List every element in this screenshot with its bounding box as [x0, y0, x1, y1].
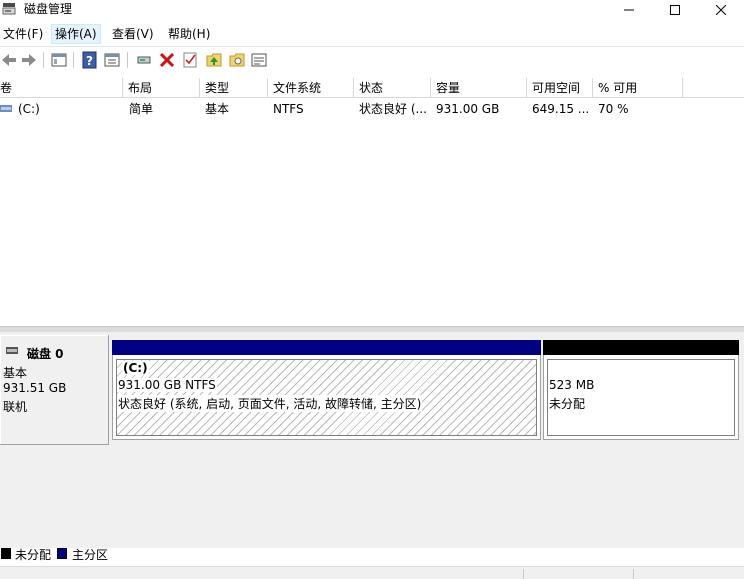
partition-c-status: 状态良好 (系统, 启动, 页面文件, 活动, 故障转储, 主分区): [117, 395, 423, 412]
row-status: 状态良好 (...: [359, 102, 427, 116]
check-icon[interactable]: [181, 51, 199, 69]
volume-icon: [0, 105, 12, 112]
column-header-capacity[interactable]: 容量: [431, 78, 527, 98]
title-bar: 磁盘管理: [0, 0, 744, 20]
menu-view[interactable]: 查看(V): [109, 24, 157, 44]
menu-help[interactable]: 帮助(H): [165, 24, 213, 44]
legend-swatch-primary: [57, 548, 67, 559]
row-free-space: 649.15 ...: [532, 102, 590, 116]
details-view-icon[interactable]: [250, 51, 268, 69]
partition-unallocated-color-bar: [543, 340, 739, 355]
delete-x-icon[interactable]: [158, 51, 176, 69]
row-percent-free: 70 %: [598, 102, 629, 116]
close-icon: [716, 5, 726, 15]
column-header-type[interactable]: 类型: [200, 78, 268, 98]
column-header-free-space[interactable]: 可用空间: [527, 78, 593, 98]
row-type: 基本: [205, 102, 230, 116]
column-header-layout[interactable]: 布局: [123, 78, 200, 98]
menu-bar: 文件(F) 操作(A) 查看(V) 帮助(H): [0, 22, 744, 44]
maximize-icon: [670, 5, 680, 15]
console-tree-icon[interactable]: [50, 51, 68, 69]
partition-c[interactable]: (C:) 931.00 GB NTFS 状态良好 (系统, 启动, 页面文件, …: [112, 340, 541, 440]
row-volume[interactable]: (C:): [13, 100, 123, 118]
minimize-icon: [624, 9, 634, 11]
volume-list: 卷 布局 类型 文件系统 状态 容量 可用空间 % 可用 (C:) 简单 基本 …: [0, 78, 744, 326]
disk-map-pane: 磁盘 0 基本 931.51 GB 联机 (C:) 931.00 GB NTFS…: [0, 332, 744, 548]
toolbar-separator: [127, 52, 128, 68]
toolbar: ?: [0, 46, 744, 72]
partition-unallocated[interactable]: 523 MB 未分配: [543, 340, 739, 440]
window-title: 磁盘管理: [24, 2, 73, 16]
partition-c-color-bar: [112, 340, 541, 355]
column-header-percent-free[interactable]: % 可用: [593, 78, 683, 98]
row-capacity: 931.00 GB: [436, 102, 500, 116]
close-button[interactable]: [698, 0, 744, 20]
row-filesystem: NTFS: [273, 102, 304, 116]
partition-c-title: (C:): [122, 361, 149, 375]
status-bar-divider: [523, 569, 524, 579]
status-bar-divider: [633, 569, 634, 579]
forward-arrow-icon[interactable]: [20, 51, 38, 69]
menu-file[interactable]: 文件(F): [0, 24, 46, 44]
folder-up-icon[interactable]: [205, 51, 223, 69]
partition-unallocated-size: 523 MB: [548, 378, 596, 392]
disk-size: 931.51 GB: [3, 381, 67, 395]
connect-drive-icon[interactable]: [135, 51, 153, 69]
back-arrow-icon[interactable]: [0, 51, 18, 69]
toolbar-separator: [73, 52, 74, 68]
toolbar-separator: [43, 52, 44, 68]
minimize-button[interactable]: [606, 0, 652, 20]
partition-c-body: (C:) 931.00 GB NTFS 状态良好 (系统, 启动, 页面文件, …: [112, 355, 541, 440]
legend-label-primary: 主分区: [72, 548, 109, 562]
legend: 未分配 主分区: [0, 544, 744, 564]
disk-status: 联机: [3, 400, 28, 414]
disk-management-icon: [2, 3, 16, 15]
column-header-status[interactable]: 状态: [354, 78, 431, 98]
legend-label-unallocated: 未分配: [15, 548, 52, 562]
partition-unallocated-body: 523 MB 未分配: [543, 355, 739, 440]
maximize-button[interactable]: [652, 0, 698, 20]
column-header-volume[interactable]: 卷: [0, 78, 123, 98]
properties-icon[interactable]: [103, 51, 121, 69]
help-icon[interactable]: ?: [81, 51, 99, 69]
disk-name: 磁盘 0: [27, 347, 64, 361]
column-header-filesystem[interactable]: 文件系统: [268, 78, 354, 98]
row-layout: 简单: [129, 102, 154, 116]
legend-swatch-unallocated: [1, 548, 11, 559]
partition-unallocated-status: 未分配: [548, 395, 587, 412]
status-bar: [0, 566, 744, 579]
partition-c-size: 931.00 GB NTFS: [117, 378, 217, 392]
menu-action[interactable]: 操作(A): [51, 24, 101, 44]
folder-search-icon[interactable]: [228, 51, 246, 69]
disk-type: 基本: [3, 366, 28, 380]
svg-text:?: ?: [86, 54, 93, 68]
column-header-filler: [683, 78, 744, 98]
disk-info-panel[interactable]: 磁盘 0 基本 931.51 GB 联机: [0, 335, 109, 445]
disk-icon: [6, 347, 18, 354]
